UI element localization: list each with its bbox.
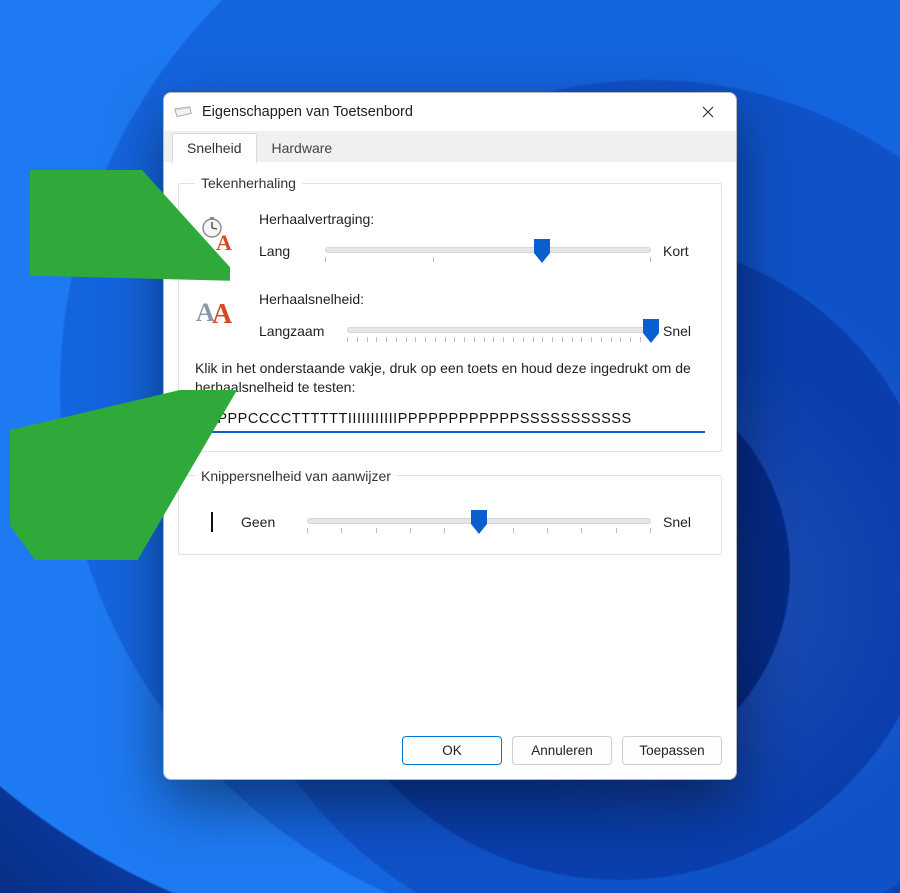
stopwatch-letter-icon: A (198, 215, 238, 258)
repeat-rate-label: Herhaalsnelheid: (259, 291, 705, 307)
titlebar[interactable]: Eigenschappen van Toetsenbord (164, 93, 736, 131)
apply-button[interactable]: Toepassen (622, 736, 722, 765)
repeat-delay-slider[interactable] (325, 237, 651, 265)
tab-content: Tekenherhaling A (164, 163, 736, 724)
keyboard-icon (174, 105, 192, 119)
dialog-title: Eigenschappen van Toetsenbord (202, 104, 686, 120)
desktop-wallpaper: Eigenschappen van Toetsenbord Snelheid H… (0, 0, 900, 893)
group-blink-rate: Knippersnelheid van aanwijzer Geen Snel (178, 468, 722, 555)
repeat-rate-slider[interactable] (347, 317, 651, 345)
repeat-delay-label: Herhaalvertraging: (259, 211, 705, 227)
cursor-blink-preview (195, 512, 229, 532)
blink-min: Geen (241, 514, 295, 530)
repeat-rate-min: Langzaam (259, 323, 335, 339)
double-letter-icon: A A (196, 295, 240, 332)
tab-snelheid[interactable]: Snelheid (172, 133, 257, 163)
row-repeat-delay: A Herhaalvertraging: Lang (195, 211, 705, 265)
ok-button[interactable]: OK (402, 736, 502, 765)
repeat-delay-max: Kort (663, 243, 705, 259)
group-legend: Tekenherhaling (195, 175, 302, 191)
svg-text:A: A (216, 230, 232, 255)
blink-rate-slider[interactable] (307, 508, 651, 536)
dialog-footer: OK Annuleren Toepassen (164, 724, 736, 779)
close-icon (702, 106, 714, 118)
tabstrip: Snelheid Hardware (164, 131, 736, 163)
blink-max: Snel (663, 514, 705, 530)
close-button[interactable] (686, 97, 730, 127)
repeat-rate-max: Snel (663, 323, 705, 339)
keyboard-properties-dialog: Eigenschappen van Toetsenbord Snelheid H… (163, 92, 737, 780)
test-instructions: Klik in het onderstaande vakje, druk op … (195, 359, 705, 397)
row-repeat-rate: A A Herhaalsnelheid: Langzaam (195, 291, 705, 345)
repeat-delay-min: Lang (259, 243, 313, 259)
group-legend: Knippersnelheid van aanwijzer (195, 468, 397, 484)
cancel-button[interactable]: Annuleren (512, 736, 612, 765)
group-tekenherhaling: Tekenherhaling A (178, 175, 722, 452)
repeat-test-input[interactable] (195, 407, 705, 433)
tab-hardware[interactable]: Hardware (257, 133, 348, 163)
svg-text:A: A (212, 299, 233, 329)
